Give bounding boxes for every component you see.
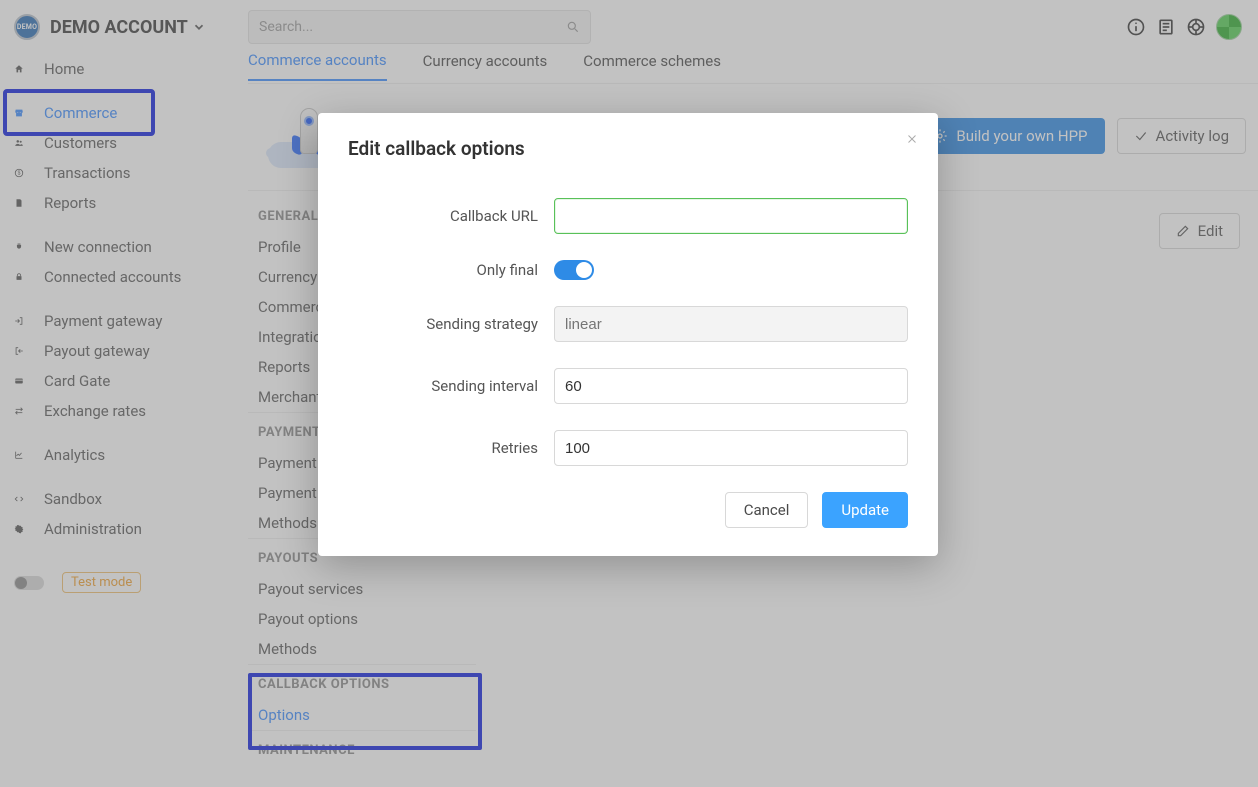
sending-interval-input[interactable]: [554, 368, 908, 404]
field-label: Callback URL: [348, 207, 554, 225]
field-label: Only final: [348, 261, 554, 279]
field-label: Retries: [348, 439, 554, 457]
field-label: Sending interval: [348, 377, 554, 395]
modal-title: Edit callback options: [348, 137, 908, 160]
field-label: Sending strategy: [348, 315, 554, 333]
update-button[interactable]: Update: [822, 492, 908, 528]
button-label: Update: [841, 501, 889, 519]
retries-input[interactable]: [554, 430, 908, 466]
cancel-button[interactable]: Cancel: [725, 492, 809, 528]
close-icon[interactable]: [902, 129, 922, 149]
callback-url-input[interactable]: [554, 198, 908, 234]
only-final-toggle[interactable]: [554, 260, 594, 280]
button-label: Cancel: [744, 501, 790, 519]
edit-callback-modal: Edit callback options Callback URL Only …: [318, 113, 938, 556]
sending-strategy-input: [554, 306, 908, 342]
